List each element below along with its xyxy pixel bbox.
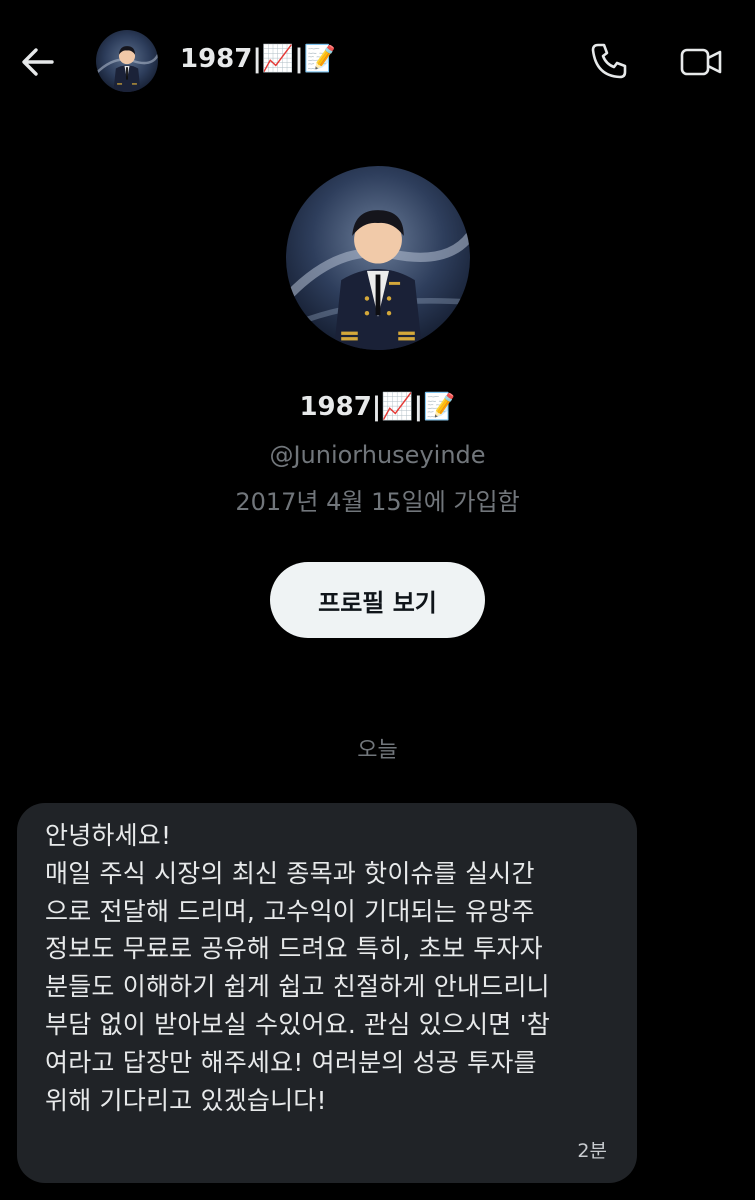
video-camera-icon bbox=[680, 48, 722, 76]
video-call-button[interactable] bbox=[678, 42, 724, 82]
profile-avatar[interactable] bbox=[286, 166, 470, 350]
pilot-avatar-image bbox=[286, 166, 470, 350]
profile-join-date: 2017년 4월 15일에 가입함 bbox=[235, 488, 520, 516]
message-bubble[interactable]: 안녕하세요! 매일 주식 시장의 최신 종목과 핫이슈를 실시간 으로 전달해 … bbox=[17, 803, 637, 1183]
view-profile-button[interactable]: 프로필 보기 bbox=[270, 562, 485, 638]
call-button[interactable] bbox=[588, 40, 630, 82]
date-separator: 오늘 bbox=[357, 738, 398, 763]
pilot-avatar-image bbox=[96, 30, 158, 92]
profile-name: 1987|📈|📝 bbox=[299, 392, 456, 422]
top-bar: 1987|📈|📝 bbox=[0, 0, 755, 120]
profile-handle: @Juniorhuseyinde bbox=[269, 441, 486, 469]
phone-icon bbox=[591, 43, 627, 79]
header-title[interactable]: 1987|📈|📝 bbox=[180, 44, 336, 74]
header-avatar[interactable] bbox=[96, 30, 158, 92]
message-timestamp: 2분 bbox=[577, 1140, 607, 1162]
back-button[interactable] bbox=[18, 42, 58, 82]
arrow-left-icon bbox=[22, 48, 54, 76]
message-text: 안녕하세요! 매일 주식 시장의 최신 종목과 핫이슈를 실시간 으로 전달해 … bbox=[45, 821, 550, 1115]
